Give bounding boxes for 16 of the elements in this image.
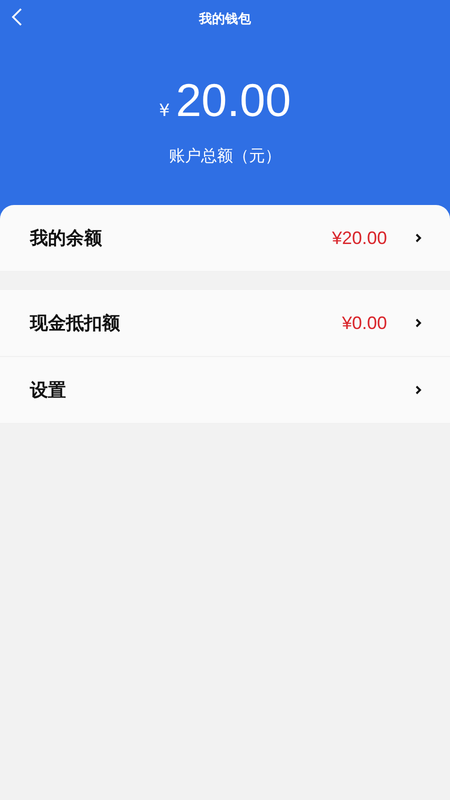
total-label: 账户总额（元） <box>169 146 281 167</box>
item-label: 我的余额 <box>30 227 103 250</box>
total-amount: 20.00 <box>176 74 291 126</box>
page-title: 我的钱包 <box>199 11 251 28</box>
back-icon[interactable] <box>11 8 23 26</box>
chevron-icon <box>415 318 422 328</box>
list-item[interactable]: 设置 <box>0 357 450 424</box>
currency-symbol: ¥ <box>159 101 170 121</box>
chevron-icon <box>415 233 422 243</box>
item-value: ¥20.00 <box>332 228 387 248</box>
item-label: 设置 <box>30 379 67 402</box>
list-item[interactable]: 我的余额 ¥20.00 <box>0 205 450 272</box>
item-value: ¥0.00 <box>342 312 387 334</box>
chevron-icon <box>415 385 422 395</box>
list-item[interactable]: 现金抵扣额 ¥0.00 <box>0 290 450 357</box>
item-label: 现金抵扣额 <box>30 312 121 335</box>
